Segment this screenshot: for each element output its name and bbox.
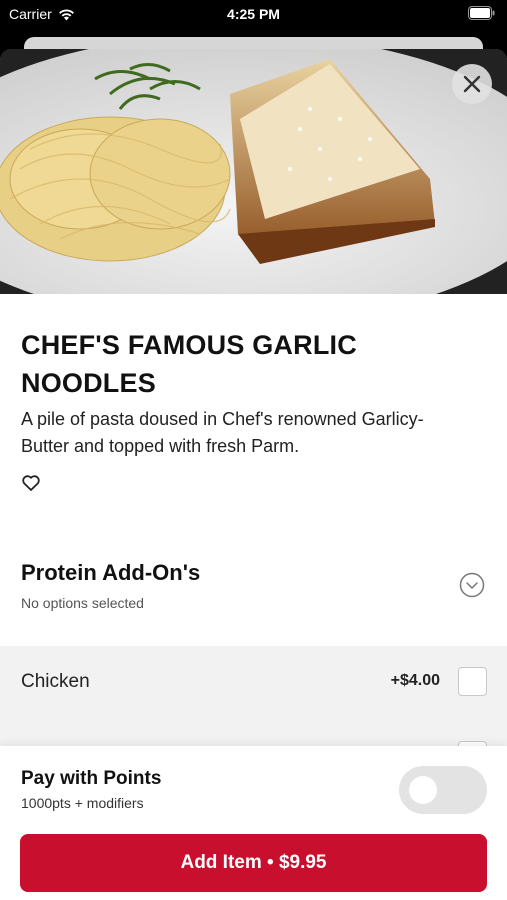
item-title: CHEF'S FAMOUS GARLIC NOODLES	[21, 330, 357, 398]
pay-with-points-toggle[interactable]	[399, 766, 487, 814]
option-price: +$4.00	[390, 672, 440, 689]
modifier-group-header[interactable]: Protein Add-On's No options selected	[0, 549, 507, 646]
item-description: A pile of pasta doused in Chef's renowne…	[21, 409, 424, 456]
item-photo	[0, 49, 507, 294]
close-button[interactable]	[452, 64, 492, 104]
points-title: Pay with Points	[21, 768, 162, 789]
points-subtitle: 1000pts + modifiers	[21, 795, 144, 811]
modifier-group-title: Protein Add-On's	[21, 560, 201, 585]
modifier-group-subtitle: No options selected	[21, 595, 144, 611]
option-name: Chicken	[21, 671, 90, 692]
option-row-chicken[interactable]: Chicken +$4.00	[0, 646, 507, 716]
option-checkbox[interactable]	[458, 667, 487, 696]
item-detail-sheet: CHEF'S FAMOUS GARLIC NOODLES A pile of p…	[0, 49, 507, 900]
battery-icon	[468, 6, 495, 20]
heart-icon[interactable]	[21, 473, 41, 493]
close-icon	[463, 75, 481, 93]
toggle-knob	[409, 776, 437, 804]
add-item-button[interactable]: Add Item • $9.95	[20, 834, 487, 892]
checkout-panel: Pay with Points 1000pts + modifiers Add …	[0, 746, 507, 900]
clock: 4:25 PM	[227, 6, 280, 22]
status-bar: Carrier 4:25 PM	[0, 0, 507, 30]
chevron-down-icon[interactable]	[459, 572, 485, 598]
